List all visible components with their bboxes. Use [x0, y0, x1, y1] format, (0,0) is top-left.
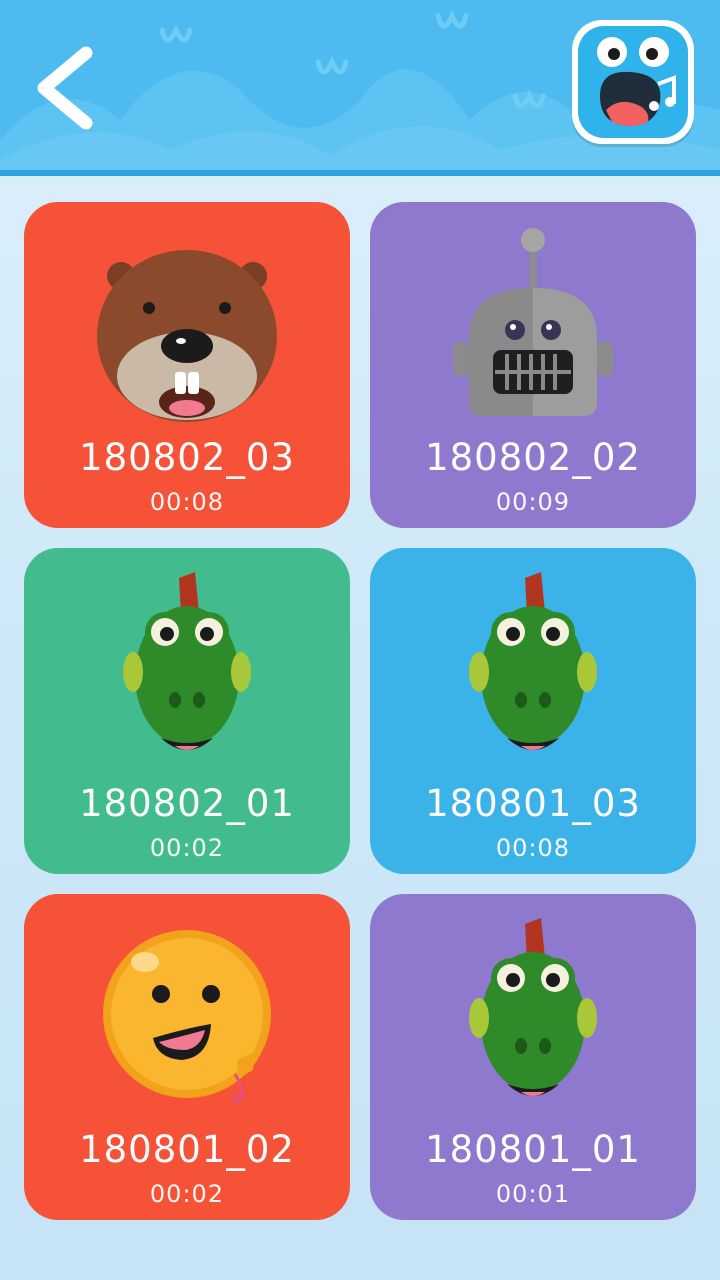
chevron-left-icon [37, 46, 93, 130]
app-logo-button[interactable] [572, 20, 694, 144]
singing-face-logo-icon [578, 26, 688, 138]
robot-face-icon [453, 228, 613, 416]
recording-card[interactable]: 180802_03 00:08 [24, 202, 350, 528]
recording-duration: 00:08 [495, 834, 571, 862]
recording-card[interactable]: 180801_03 00:08 [370, 548, 696, 874]
recording-card[interactable]: 180801_02 00:02 [24, 894, 350, 1220]
dinosaur-face-icon [123, 572, 251, 750]
header-bottom-bar [0, 170, 720, 176]
recording-title: 180802_01 [79, 782, 295, 825]
back-button[interactable] [18, 38, 108, 138]
recording-card[interactable]: 180802_02 00:09 [370, 202, 696, 528]
recordings-grid: 180802_03 00:08 180802_02 00:09 180802_0… [24, 202, 696, 1220]
beaver-face-icon [97, 250, 277, 422]
recording-title: 180801_03 [425, 782, 641, 825]
sun-face-icon [103, 930, 271, 1107]
recording-card[interactable]: 180802_01 00:02 [24, 548, 350, 874]
recording-duration: 00:08 [149, 488, 225, 516]
recording-duration: 00:02 [149, 1180, 225, 1208]
recording-title: 180801_02 [79, 1128, 295, 1171]
recording-title: 180802_02 [425, 436, 641, 479]
recording-duration: 00:09 [495, 488, 571, 516]
recording-duration: 00:01 [495, 1180, 571, 1208]
dinosaur-face-icon [469, 918, 597, 1096]
recording-card[interactable]: 180801_01 00:01 [370, 894, 696, 1220]
dinosaur-face-icon [469, 572, 597, 750]
recording-title: 180802_03 [79, 436, 295, 479]
recording-title: 180801_01 [425, 1128, 641, 1171]
top-header [0, 0, 720, 176]
recording-duration: 00:02 [149, 834, 225, 862]
